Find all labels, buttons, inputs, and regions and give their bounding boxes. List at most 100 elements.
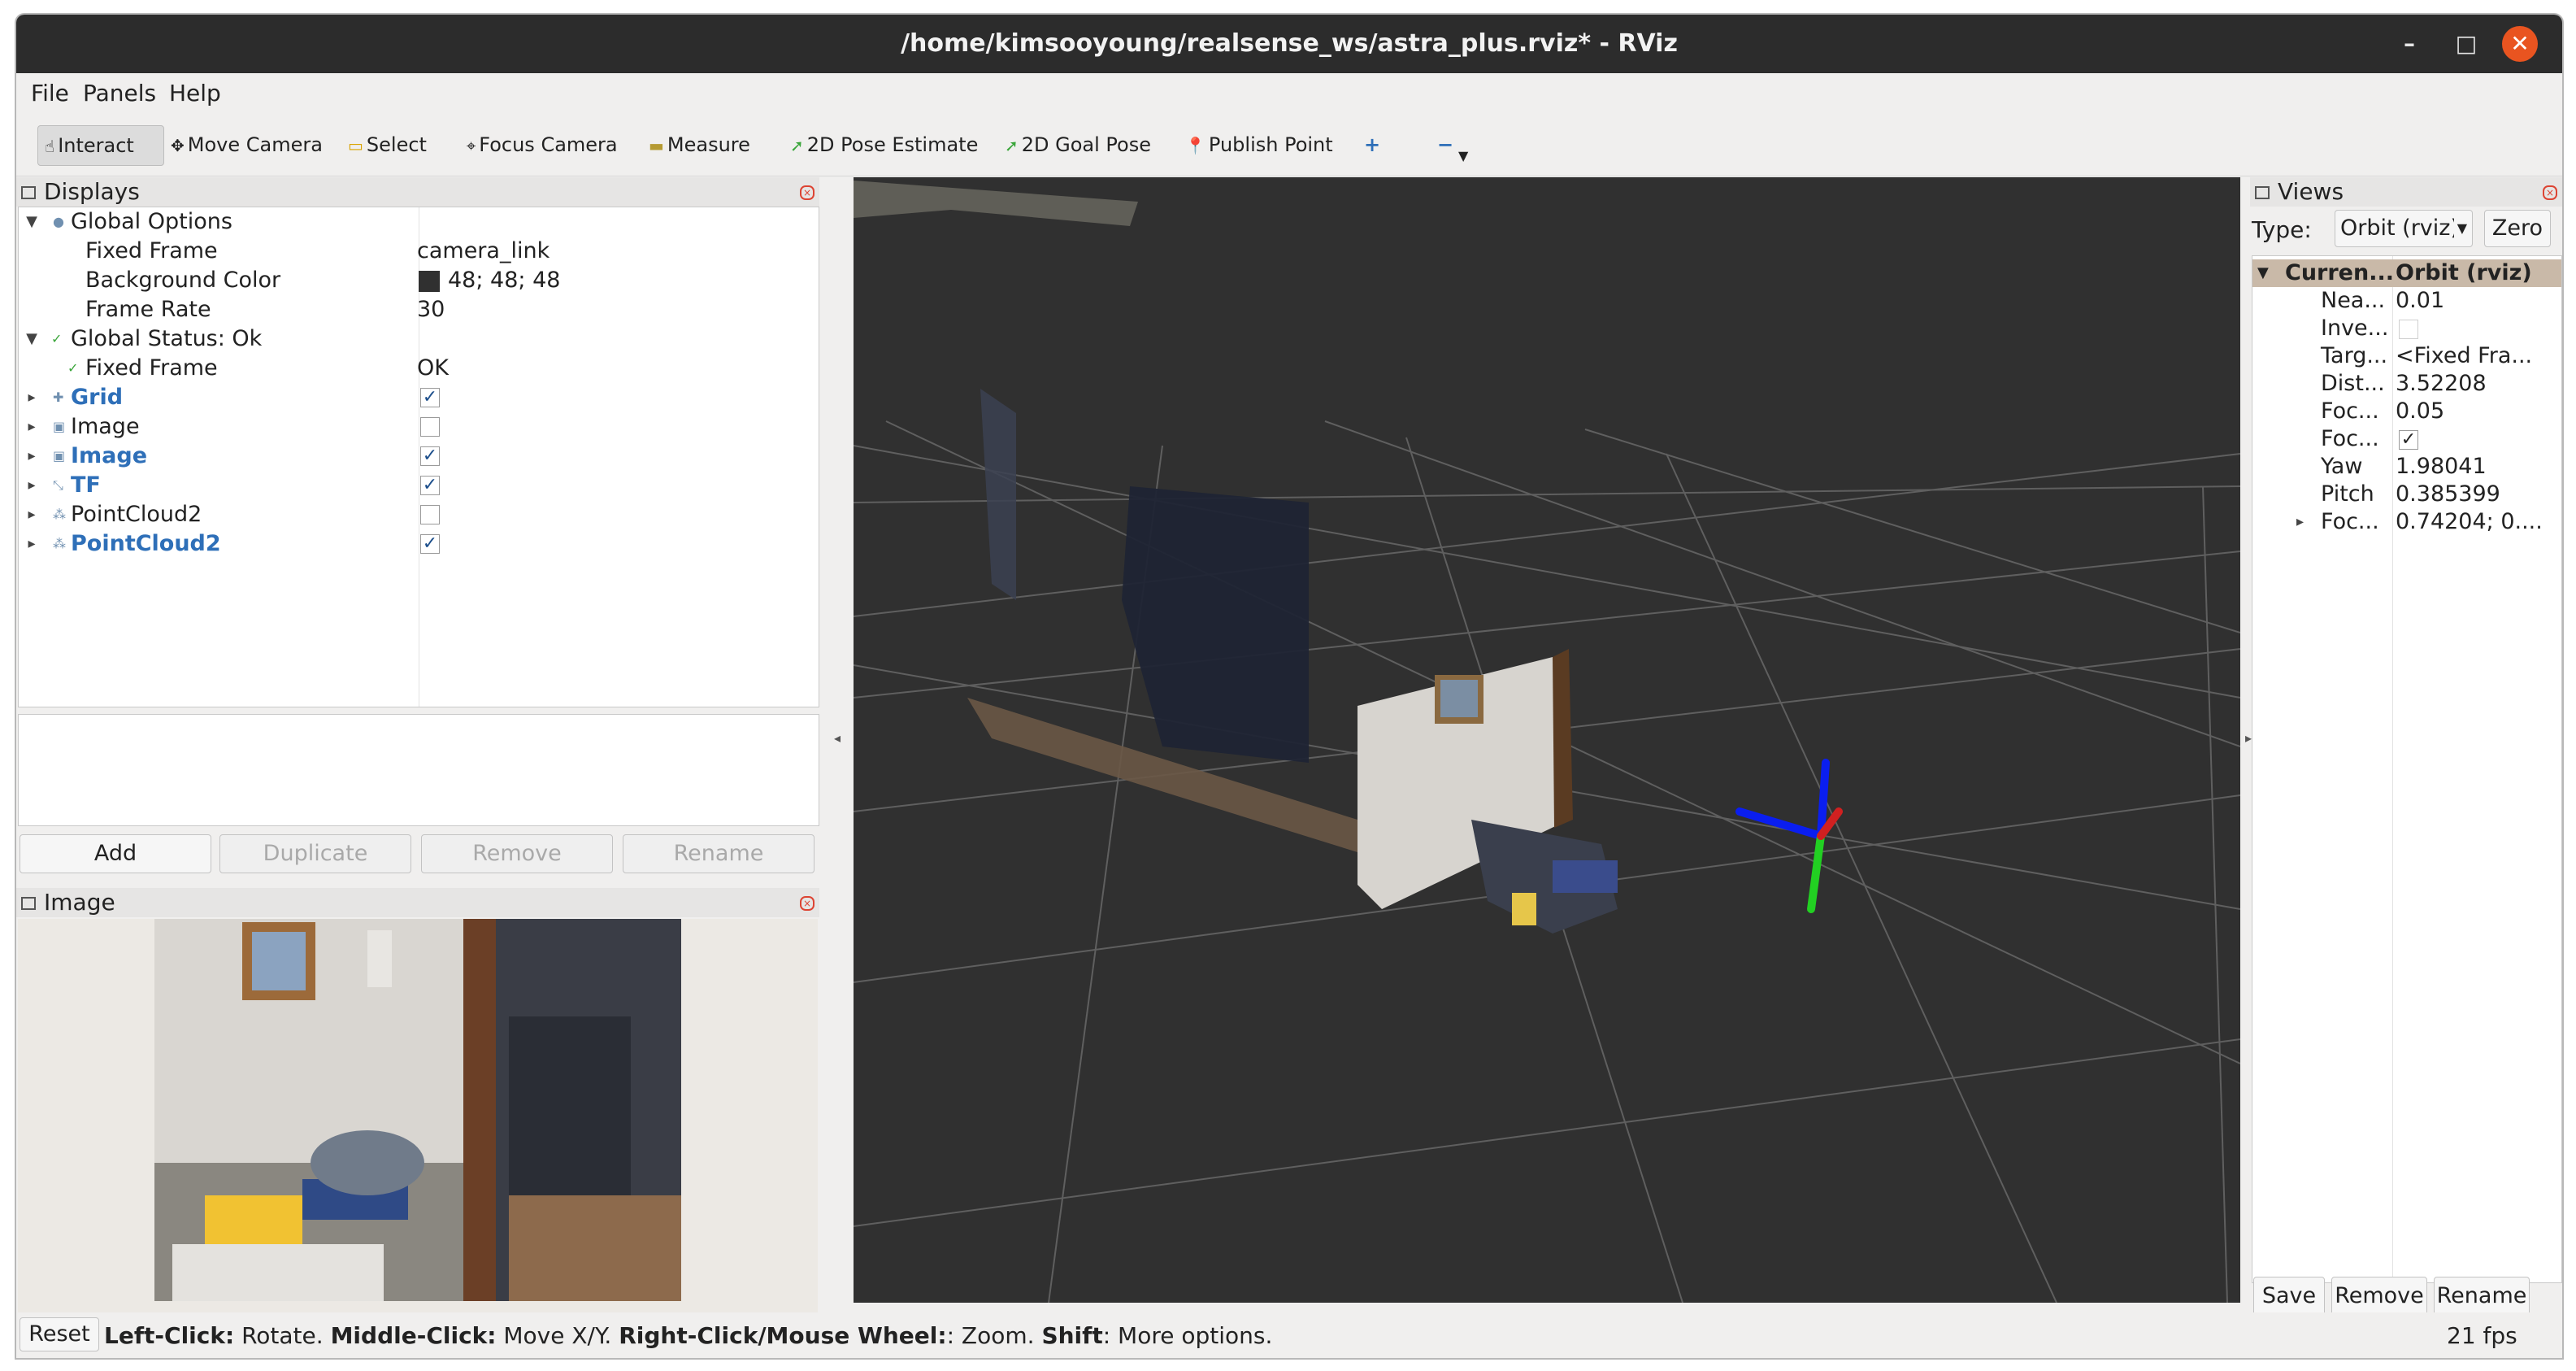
fixed-frame-value[interactable]: camera_link bbox=[417, 237, 550, 266]
expand-arrow-icon[interactable]: ▸ bbox=[24, 471, 40, 500]
tool-select[interactable]: ▭ Select bbox=[341, 125, 433, 164]
expand-arrow-icon[interactable]: ▸ bbox=[24, 529, 40, 559]
pointcloud-icon: ⁂ bbox=[53, 536, 66, 551]
background-color-row[interactable]: Background Color 48; 48; 48 bbox=[19, 266, 819, 295]
collapse-left-icon[interactable]: ◂ bbox=[834, 730, 841, 746]
views-type-select[interactable]: Orbit (rviz) ▼ bbox=[2335, 210, 2473, 247]
panel-icon bbox=[21, 186, 36, 199]
background-color-value[interactable]: 48; 48; 48 bbox=[448, 266, 560, 295]
menu-file[interactable]: File bbox=[31, 80, 69, 107]
color-swatch[interactable] bbox=[419, 271, 440, 292]
view-prop-label: Targ... bbox=[2321, 343, 2388, 368]
rename-display-button[interactable]: Rename bbox=[623, 834, 815, 873]
display-row-tf[interactable]: ▸ ⤡ TF ✓ bbox=[19, 471, 819, 500]
3d-viewport[interactable] bbox=[854, 177, 2240, 1303]
display-checkbox-tf[interactable]: ✓ bbox=[420, 476, 440, 495]
display-row-pointcloud-2[interactable]: ▸ ⁂ PointCloud2 ✓ bbox=[19, 529, 819, 559]
view-prop-value[interactable]: 3.52208 bbox=[2396, 370, 2487, 398]
view-prop-value[interactable]: 1.98041 bbox=[2396, 453, 2487, 481]
view-prop-value[interactable]: 0.05 bbox=[2396, 398, 2444, 425]
display-row-pointcloud-1[interactable]: ▸ ⁂ PointCloud2 bbox=[19, 500, 819, 529]
display-checkbox-image-2[interactable]: ✓ bbox=[420, 446, 440, 466]
reset-button[interactable]: Reset bbox=[20, 1317, 99, 1351]
image-icon: ▣ bbox=[53, 448, 66, 464]
expand-arrow-icon[interactable]: ▸ bbox=[24, 383, 40, 412]
expand-arrow-icon[interactable]: ▸ bbox=[24, 500, 40, 529]
minimize-button[interactable]: – bbox=[2391, 26, 2427, 62]
display-row-image-2[interactable]: ▸ ▣ Image ✓ bbox=[19, 442, 819, 471]
view-prop-row[interactable]: Foc... 0.05 bbox=[2252, 398, 2561, 425]
expand-arrow-icon[interactable]: ▸ bbox=[24, 412, 40, 442]
view-prop-row[interactable]: Foc... ✓ bbox=[2252, 425, 2561, 453]
tool-2d-goal-pose[interactable]: ➚ 2D Goal Pose bbox=[998, 125, 1158, 164]
view-prop-row[interactable]: Pitch 0.385399 bbox=[2252, 481, 2561, 508]
display-label-pointcloud-2: PointCloud2 bbox=[71, 531, 221, 556]
grid-icon: ✚ bbox=[53, 390, 64, 405]
hand-icon: ☝ bbox=[45, 137, 55, 156]
tool-2d-pose-estimate-label: 2D Pose Estimate bbox=[806, 133, 979, 156]
menu-help[interactable]: Help bbox=[169, 80, 221, 107]
map-pin-icon: 📍 bbox=[1185, 136, 1205, 155]
tool-measure[interactable]: ▬ Measure bbox=[642, 125, 757, 164]
view-prop-value[interactable]: 0.385399 bbox=[2396, 481, 2500, 508]
close-panel-icon[interactable]: × bbox=[2543, 185, 2557, 200]
view-prop-row[interactable]: Dist... 3.52208 bbox=[2252, 370, 2561, 398]
tool-interact[interactable]: ☝ Interact bbox=[37, 125, 164, 166]
expand-arrow-icon[interactable]: ▸ bbox=[24, 442, 40, 471]
view-prop-value[interactable]: 0.74204; 0.... bbox=[2396, 508, 2543, 536]
close-panel-icon[interactable]: × bbox=[800, 185, 815, 200]
expand-arrow-icon[interactable]: ▸ bbox=[2296, 508, 2304, 536]
views-tree: ▼ Curren... Orbit (rviz) Nea... 0.01 Inv… bbox=[2252, 255, 2562, 1283]
collapse-right-icon[interactable]: ▸ bbox=[2245, 730, 2252, 746]
global-options-row[interactable]: ▼ ● Global Options bbox=[19, 207, 819, 237]
frame-rate-row[interactable]: Frame Rate 30 bbox=[19, 295, 819, 324]
collapse-arrow-icon[interactable]: ▼ bbox=[24, 207, 40, 237]
add-tool-button[interactable]: + bbox=[1358, 125, 1387, 164]
views-remove-button[interactable]: Remove bbox=[2331, 1277, 2427, 1316]
menu-panels[interactable]: Panels bbox=[83, 80, 156, 107]
collapse-arrow-icon[interactable]: ▼ bbox=[2257, 259, 2269, 287]
display-checkbox-image-1[interactable] bbox=[420, 417, 440, 437]
close-panel-icon[interactable]: × bbox=[800, 896, 815, 911]
views-rename-button[interactable]: Rename bbox=[2434, 1277, 2530, 1316]
status-fixed-frame-row[interactable]: ✓ Fixed Frame OK bbox=[19, 354, 819, 383]
display-row-grid[interactable]: ▸ ✚ Grid ✓ bbox=[19, 383, 819, 412]
views-current-row[interactable]: ▼ Curren... Orbit (rviz) bbox=[2252, 259, 2561, 287]
tool-2d-goal-pose-label: 2D Goal Pose bbox=[1021, 133, 1151, 156]
view-prop-checkbox[interactable] bbox=[2399, 320, 2418, 339]
view-prop-checkbox[interactable]: ✓ bbox=[2399, 430, 2418, 450]
close-button[interactable]: ✕ bbox=[2502, 26, 2538, 62]
views-save-button[interactable]: Save bbox=[2253, 1277, 2325, 1316]
view-prop-row[interactable]: ▸ Foc... 0.74204; 0.... bbox=[2252, 508, 2561, 536]
remove-display-button[interactable]: Remove bbox=[421, 834, 613, 873]
tool-publish-point[interactable]: 📍 Publish Point bbox=[1179, 125, 1340, 164]
display-row-image-1[interactable]: ▸ ▣ Image bbox=[19, 412, 819, 442]
duplicate-display-button[interactable]: Duplicate bbox=[219, 834, 411, 873]
toolbar-dropdown-icon[interactable]: ▼ bbox=[1452, 137, 1475, 176]
view-prop-row[interactable]: Nea... 0.01 bbox=[2252, 287, 2561, 315]
view-prop-row[interactable]: Inve... bbox=[2252, 315, 2561, 342]
views-title: Views bbox=[2278, 178, 2344, 205]
frame-rate-value[interactable]: 30 bbox=[417, 295, 445, 324]
global-status-row[interactable]: ▼ ✓ Global Status: Ok bbox=[19, 324, 819, 354]
tool-focus-camera[interactable]: ⌖ Focus Camera bbox=[460, 125, 624, 164]
collapse-arrow-icon[interactable]: ▼ bbox=[24, 324, 40, 354]
fixed-frame-row[interactable]: Fixed Frame camera_link bbox=[19, 237, 819, 266]
view-prop-label: Inve... bbox=[2321, 316, 2389, 341]
title-bar[interactable]: /home/kimsooyoung/realsense_ws/astra_plu… bbox=[16, 15, 2562, 73]
views-zero-button[interactable]: Zero bbox=[2484, 210, 2551, 247]
view-prop-row[interactable]: Targ... <Fixed Fra... bbox=[2252, 342, 2561, 370]
view-prop-value[interactable]: 0.01 bbox=[2396, 287, 2444, 315]
view-prop-value[interactable]: <Fixed Fra... bbox=[2396, 342, 2532, 370]
display-checkbox-pointcloud-1[interactable] bbox=[420, 505, 440, 524]
display-checkbox-pointcloud-2[interactable]: ✓ bbox=[420, 534, 440, 554]
status-fixed-frame-label: Fixed Frame bbox=[85, 355, 218, 381]
global-status-label: Global Status: Ok bbox=[71, 326, 263, 351]
display-checkbox-grid[interactable]: ✓ bbox=[420, 388, 440, 407]
view-prop-row[interactable]: Yaw 1.98041 bbox=[2252, 453, 2561, 481]
add-display-button[interactable]: Add bbox=[20, 834, 211, 873]
tool-move-camera[interactable]: ✥ Move Camera bbox=[164, 125, 329, 164]
maximize-button[interactable]: □ bbox=[2448, 26, 2484, 62]
view-prop-label: Nea... bbox=[2321, 288, 2386, 313]
tool-2d-pose-estimate[interactable]: ➚ 2D Pose Estimate bbox=[784, 125, 984, 164]
